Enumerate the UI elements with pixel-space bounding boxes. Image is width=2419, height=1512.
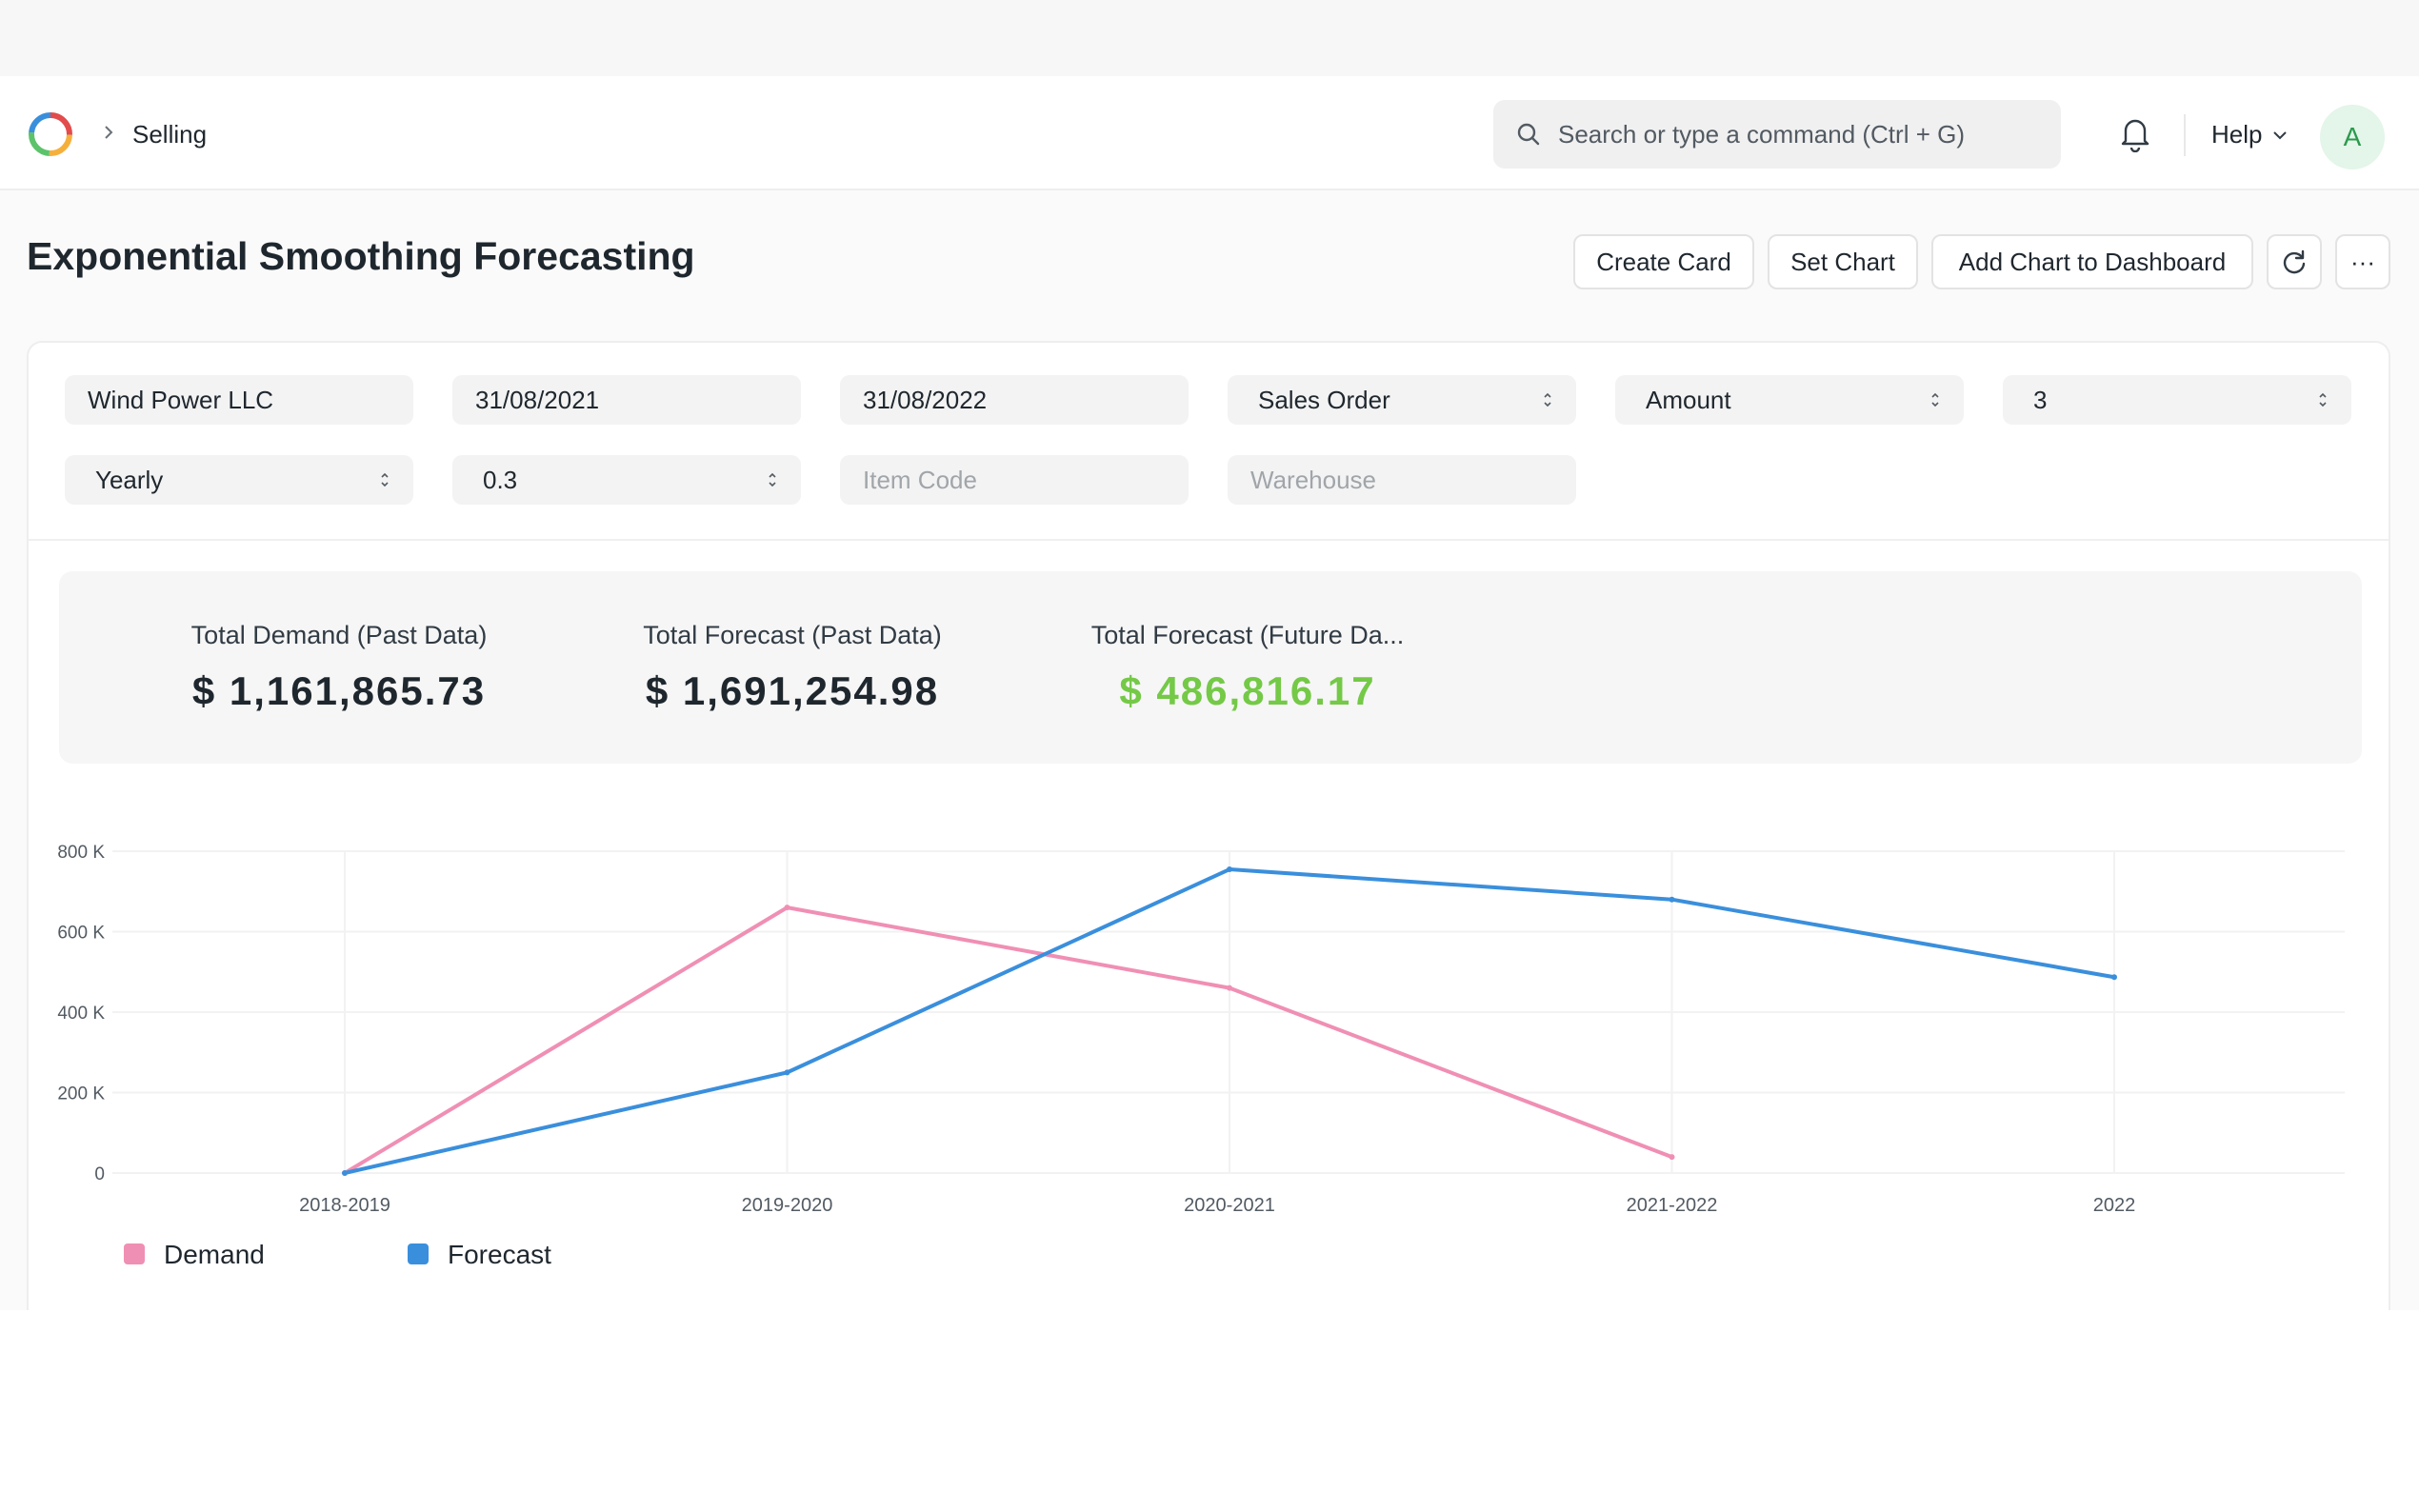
- data-point-demand: [784, 905, 790, 911]
- help-dropdown[interactable]: Help: [2211, 120, 2289, 149]
- x-tick-label: 2019-2020: [742, 1195, 833, 1216]
- breadcrumb[interactable]: Selling: [132, 118, 207, 150]
- y-tick-label: 600 K: [57, 924, 105, 944]
- y-tick-label: 200 K: [57, 1084, 105, 1104]
- legend-label-demand: Demand: [164, 1240, 265, 1269]
- legend-swatch-demand: [124, 1243, 145, 1264]
- x-tick-label: 2021-2022: [1627, 1195, 1718, 1216]
- series-line-demand: [343, 905, 1673, 1175]
- data-point-demand: [1669, 1154, 1675, 1161]
- notification-bell-icon[interactable]: [2118, 114, 2152, 152]
- page-title: Exponential Smoothing Forecasting: [27, 234, 695, 278]
- y-tick-label: 0: [94, 1164, 105, 1184]
- page-bottom-area: [0, 1310, 2419, 1512]
- avatar[interactable]: A: [2320, 105, 2385, 169]
- search-bar[interactable]: [1493, 100, 2061, 169]
- more-options-button[interactable]: ···: [2335, 234, 2390, 289]
- help-label: Help: [2211, 120, 2263, 149]
- x-tick-label: 2022: [2093, 1195, 2136, 1216]
- forecast-line-chart: 0 200 K 400 K 600 K 800 K 2018-2019 2019-2020 2…: [57, 843, 2345, 1269]
- window-top-strip: [0, 0, 2419, 76]
- create-card-button[interactable]: Create Card: [1573, 234, 1754, 289]
- data-point-forecast: [2111, 974, 2117, 981]
- data-point-forecast: [1227, 866, 1232, 873]
- app-logo-icon[interactable]: [27, 110, 74, 158]
- navbar: Selling Help A: [0, 76, 2419, 190]
- refresh-icon: [2283, 249, 2306, 274]
- legend-swatch-forecast: [408, 1243, 429, 1264]
- legend-label-forecast: Forecast: [448, 1240, 551, 1269]
- nav-divider: [2184, 114, 2186, 156]
- set-chart-button[interactable]: Set Chart: [1768, 234, 1918, 289]
- x-tick-label: 2018-2019: [299, 1195, 390, 1216]
- data-point-forecast: [342, 1170, 348, 1176]
- search-icon: [1517, 123, 1540, 146]
- data-point-forecast: [1669, 896, 1675, 903]
- add-chart-to-dashboard-button[interactable]: Add Chart to Dashboard: [1931, 234, 2253, 289]
- refresh-button[interactable]: [2267, 234, 2322, 289]
- chevron-right-icon: [105, 126, 113, 139]
- x-tick-label: 2020-2021: [1184, 1195, 1275, 1216]
- report-card: Wind Power LLC 31/08/2021 31/08/2022 Sal…: [27, 341, 2390, 1310]
- y-tick-label: 800 K: [57, 843, 105, 863]
- search-input[interactable]: [1558, 119, 2034, 149]
- chevron-down-icon: [2273, 130, 2288, 139]
- data-point-forecast: [784, 1069, 790, 1076]
- y-tick-label: 400 K: [57, 1004, 105, 1024]
- data-point-demand: [1227, 985, 1232, 991]
